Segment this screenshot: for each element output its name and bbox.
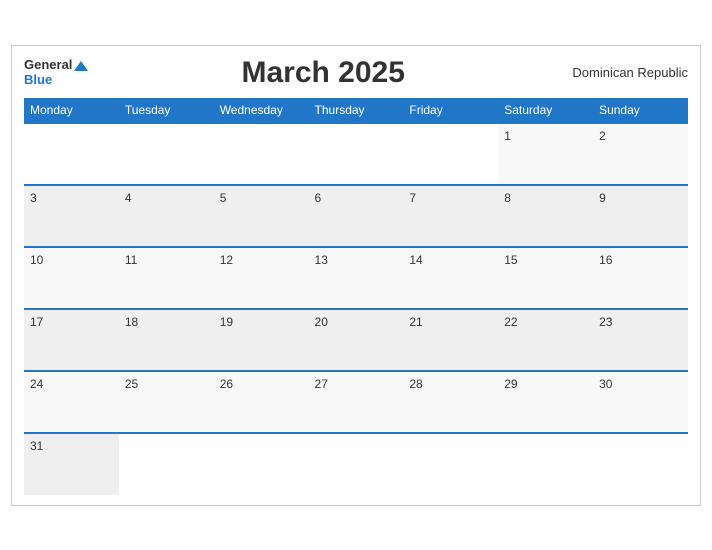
calendar-day-cell: 11 [119,247,214,309]
logo: General Blue [24,58,88,87]
calendar-day-cell: 16 [593,247,688,309]
calendar-day-cell: 20 [309,309,404,371]
calendar-day-cell [119,123,214,185]
weekday-thursday: Thursday [309,98,404,123]
day-number: 27 [315,377,328,391]
day-number: 29 [504,377,517,391]
calendar-day-cell: 30 [593,371,688,433]
calendar-week-row: 12 [24,123,688,185]
calendar-country: Dominican Republic [558,65,688,80]
calendar-day-cell: 27 [309,371,404,433]
calendar-day-cell [593,433,688,495]
day-number: 2 [599,129,606,143]
day-number: 12 [220,253,233,267]
calendar-day-cell [24,123,119,185]
calendar-day-cell: 5 [214,185,309,247]
calendar-day-cell: 9 [593,185,688,247]
calendar-day-cell: 14 [403,247,498,309]
calendar-day-cell: 8 [498,185,593,247]
calendar-week-row: 17 18 19 20 21 22 23 [24,309,688,371]
calendar-day-cell: 10 [24,247,119,309]
calendar-week-row: 31 [24,433,688,495]
calendar-day-cell: 1 [498,123,593,185]
calendar-day-cell: 3 [24,185,119,247]
calendar-day-cell [119,433,214,495]
calendar-day-cell: 7 [403,185,498,247]
calendar-title: March 2025 [88,56,558,90]
calendar-day-cell [403,123,498,185]
day-number: 9 [599,191,606,205]
day-number: 21 [409,315,422,329]
calendar-day-cell: 13 [309,247,404,309]
calendar-day-cell: 22 [498,309,593,371]
calendar-day-cell: 21 [403,309,498,371]
day-number: 5 [220,191,227,205]
calendar-day-cell [498,433,593,495]
day-number: 30 [599,377,612,391]
day-number: 17 [30,315,43,329]
weekday-wednesday: Wednesday [214,98,309,123]
calendar-day-cell: 18 [119,309,214,371]
calendar-week-row: 10 11 12 13 14 15 16 [24,247,688,309]
day-number: 31 [30,439,43,453]
calendar-day-cell: 15 [498,247,593,309]
day-number: 19 [220,315,233,329]
day-number: 18 [125,315,138,329]
day-number: 25 [125,377,138,391]
calendar-day-cell: 24 [24,371,119,433]
day-number: 7 [409,191,416,205]
day-number: 23 [599,315,612,329]
calendar-container: General Blue March 2025 Dominican Republ… [11,45,701,506]
day-number: 22 [504,315,517,329]
calendar-day-cell: 29 [498,371,593,433]
day-number: 3 [30,191,37,205]
day-number: 6 [315,191,322,205]
day-number: 20 [315,315,328,329]
calendar-day-cell: 6 [309,185,404,247]
weekday-monday: Monday [24,98,119,123]
calendar-day-cell: 19 [214,309,309,371]
calendar-weekday-header: Monday Tuesday Wednesday Thursday Friday… [24,98,688,123]
day-number: 13 [315,253,328,267]
calendar-week-row: 24 25 26 27 28 29 30 [24,371,688,433]
calendar-week-row: 3 4 5 6 7 8 9 [24,185,688,247]
calendar-day-cell: 23 [593,309,688,371]
calendar-day-cell: 26 [214,371,309,433]
calendar-body: 1234567891011121314151617181920212223242… [24,123,688,495]
weekday-friday: Friday [403,98,498,123]
calendar-day-cell: 4 [119,185,214,247]
calendar-day-cell: 17 [24,309,119,371]
calendar-day-cell: 12 [214,247,309,309]
day-number: 4 [125,191,132,205]
day-number: 8 [504,191,511,205]
calendar-day-cell: 28 [403,371,498,433]
day-number: 11 [125,253,137,267]
weekday-sunday: Sunday [593,98,688,123]
calendar-grid: Monday Tuesday Wednesday Thursday Friday… [24,98,688,495]
day-number: 24 [30,377,43,391]
calendar-day-cell [403,433,498,495]
logo-general-text: General [24,58,88,72]
weekday-saturday: Saturday [498,98,593,123]
calendar-day-cell [309,123,404,185]
calendar-day-cell: 2 [593,123,688,185]
day-number: 16 [599,253,612,267]
weekday-tuesday: Tuesday [119,98,214,123]
calendar-day-cell [214,123,309,185]
day-number: 28 [409,377,422,391]
calendar-day-cell [214,433,309,495]
calendar-header: General Blue March 2025 Dominican Republ… [24,56,688,90]
day-number: 14 [409,253,422,267]
weekday-row: Monday Tuesday Wednesday Thursday Friday… [24,98,688,123]
day-number: 1 [504,129,511,143]
calendar-day-cell: 31 [24,433,119,495]
logo-blue-text: Blue [24,73,52,87]
day-number: 15 [504,253,517,267]
logo-triangle-icon [74,61,88,71]
calendar-day-cell [309,433,404,495]
day-number: 10 [30,253,43,267]
calendar-day-cell: 25 [119,371,214,433]
day-number: 26 [220,377,233,391]
